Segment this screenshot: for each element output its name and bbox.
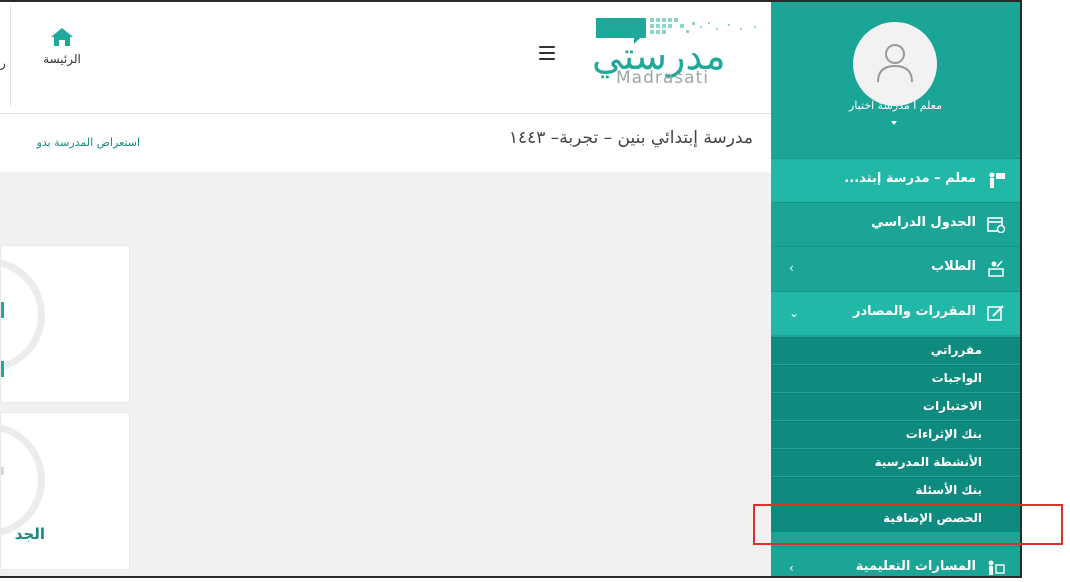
submenu-label: بنك الإثراءات (905, 427, 982, 441)
submenu-item-question-bank[interactable]: بنك الأسئلة (771, 477, 1020, 504)
madrasati-logo[interactable]: مدرستي Madrasati (588, 14, 768, 94)
students-icon (988, 260, 1004, 277)
sidebar-item-label: المسارات التعليمية (855, 559, 976, 574)
menu-toggle-icon[interactable] (539, 46, 555, 60)
school-name: مدرسة إبتدائي بنين – تجربة– ١٤٤٣ (508, 128, 753, 148)
submenu-label: الاختبارات (922, 399, 982, 413)
caret-down-icon[interactable] (891, 121, 897, 125)
card-progress-ring (1, 258, 45, 372)
app-window: ر الرئيسة مدرستي Madrasati استعراض المدر… (0, 0, 1022, 578)
chevron-left-icon: ‹ (789, 261, 794, 275)
sidebar-item-learning-paths[interactable]: المسارات التعليمية ‹ (771, 546, 1020, 576)
card-accent (1, 302, 4, 318)
dashboard-card[interactable] (0, 245, 130, 403)
sidebar-item-label: المقررات والمصادر (852, 304, 976, 319)
card-accent (1, 361, 4, 377)
sidebar-item-label: الجدول الدراسي (871, 215, 976, 230)
user-profile[interactable]: معلم ا مدرسة اختبار (771, 2, 1020, 156)
sidebar-item-courses[interactable]: المقررات والمصادر ⌄ (771, 291, 1020, 335)
sidebar: معلم ا مدرسة اختبار معلم – مدرسة إبتد...… (771, 2, 1020, 576)
nav-item-cut[interactable]: ر (0, 56, 6, 70)
top-header: ر الرئيسة مدرستي Madrasati (0, 2, 771, 114)
sidebar-item-label: معلم – مدرسة إبتد... (844, 171, 976, 186)
user-icon (877, 44, 913, 83)
home-button[interactable]: الرئيسة (32, 26, 92, 76)
school-bar: استعراض المدرسة بدو مدرسة إبتدائي بنين –… (0, 114, 771, 172)
logo-text-latin: Madrasati (616, 68, 709, 88)
chevron-left-icon: ‹ (789, 561, 794, 575)
card-accent (1, 467, 4, 475)
chevron-down-icon: ⌄ (789, 306, 800, 320)
sidebar-item-schedule[interactable]: الجدول الدراسي (771, 202, 1020, 246)
sidebar-item-students[interactable]: الطلاب ‹ (771, 246, 1020, 290)
home-icon (51, 28, 73, 46)
submenu-item-my-courses[interactable]: مقرراتي (771, 337, 1020, 364)
dashboard-card[interactable]: الجد (0, 412, 130, 570)
teacher-icon (989, 172, 1005, 188)
edit-icon (987, 305, 1004, 321)
sidebar-item-label: الطلاب (931, 259, 976, 274)
calendar-icon (987, 217, 1006, 233)
header-divider (10, 6, 11, 106)
paths-icon (988, 560, 1005, 575)
user-name[interactable]: معلم ا مدرسة اختبار (771, 99, 1020, 112)
submenu-item-extra-classes[interactable]: الحصص الإضافية (771, 505, 1020, 532)
view-school-link[interactable]: استعراض المدرسة بدو (0, 136, 140, 149)
submenu-item-school-activities[interactable]: الأنشطة المدرسية (771, 449, 1020, 476)
home-label: الرئيسة (43, 52, 81, 66)
card-title: الجد (14, 525, 45, 543)
main-content: ر الرئيسة مدرستي Madrasati استعراض المدر… (0, 2, 771, 576)
submenu-item-tests[interactable]: الاختبارات (771, 393, 1020, 420)
sidebar-item-school[interactable]: معلم – مدرسة إبتد... (771, 158, 1020, 202)
submenu-item-homework[interactable]: الواجبات (771, 365, 1020, 392)
submenu-label: الأنشطة المدرسية (874, 455, 982, 469)
submenu-label: الواجبات (931, 371, 982, 385)
submenu-label: مقرراتي (930, 343, 982, 357)
submenu-item-enrichment-bank[interactable]: بنك الإثراءات (771, 421, 1020, 448)
submenu-label: بنك الأسئلة (915, 483, 982, 497)
avatar[interactable] (853, 22, 937, 106)
submenu-label: الحصص الإضافية (883, 511, 982, 525)
card-progress-ring (1, 423, 45, 537)
